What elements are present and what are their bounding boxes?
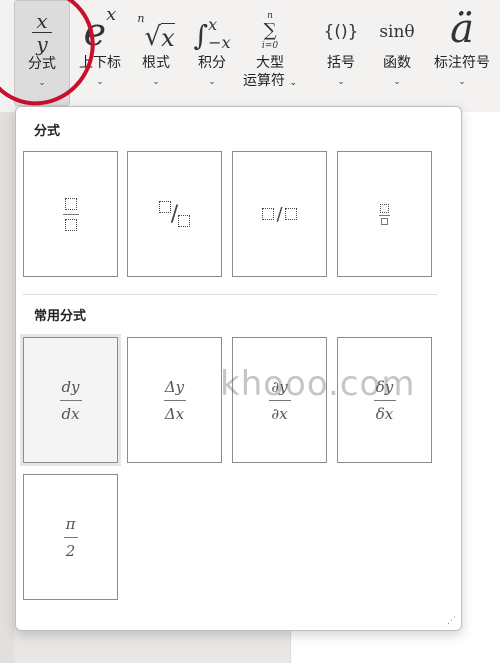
large-operator-label-2: 运算符: [243, 73, 285, 89]
integral-button[interactable]: ∫ x −x 积分 ⌄: [188, 0, 236, 106]
script-icon: e x: [83, 4, 117, 54]
common-fraction-tile[interactable]: dy dx: [23, 337, 118, 463]
numerator-placeholder: [64, 197, 77, 210]
denominator-placeholder: [284, 208, 297, 220]
fraction-label: 分式: [28, 56, 56, 72]
stacked-fraction-tile[interactable]: [23, 151, 118, 277]
document-left-margin: [0, 112, 14, 663]
skewed-fraction-tile[interactable]: /: [127, 151, 222, 277]
resize-grip-icon[interactable]: ⋰: [447, 616, 456, 626]
fraction-button[interactable]: x y 分式 ⌄: [14, 0, 70, 106]
chevron-down-icon: ⌄: [208, 77, 216, 87]
numerator-placeholder: [158, 201, 171, 213]
denominator-placeholder: [381, 217, 388, 225]
section-title-fraction: 分式: [34, 124, 61, 139]
chevron-down-icon: ⌄: [337, 77, 345, 87]
chevron-down-icon: ⌄: [393, 77, 401, 87]
accent-icon: ä: [450, 6, 474, 52]
common-fraction-tile[interactable]: ∂y ∂x: [232, 337, 327, 463]
function-button[interactable]: sinθ 函数 ⌄: [372, 0, 422, 106]
integral-icon: ∫ x −x: [193, 15, 231, 53]
small-fraction-tile[interactable]: [337, 151, 432, 277]
sigma-icon: n ∑ i=0: [261, 11, 279, 51]
fraction-gallery-panel: 分式 / / 常用分式 dy dx Δy Δx ∂y ∂x δy δx π 2 …: [15, 106, 462, 631]
function-label: 函数: [383, 55, 411, 71]
large-operator-button[interactable]: n ∑ i=0 大型 运算符 ⌄: [242, 0, 298, 106]
chevron-down-icon: ⌄: [96, 77, 104, 87]
common-fraction-tile[interactable]: δy δx: [337, 337, 432, 463]
numerator-placeholder: [262, 208, 275, 220]
script-button[interactable]: e x 上下标 ⌄: [72, 0, 128, 106]
bracket-icon: {()}: [323, 22, 359, 42]
chevron-down-icon: ⌄: [152, 77, 160, 87]
numerator-placeholder: [380, 203, 389, 213]
chevron-down-icon: ⌄: [458, 77, 466, 87]
function-icon: sinθ: [379, 22, 415, 42]
radical-icon: n √ x: [137, 12, 175, 52]
denominator-placeholder: [64, 218, 77, 231]
section-divider: [23, 294, 437, 295]
fraction-icon: x y: [32, 1, 52, 54]
accent-button[interactable]: ä 标注符号 ⌄: [428, 0, 496, 106]
bracket-label: 括号: [327, 55, 355, 71]
script-label: 上下标: [79, 55, 121, 71]
accent-label: 标注符号: [434, 55, 490, 71]
integral-label: 积分: [198, 55, 226, 71]
chevron-down-icon: ⌄: [289, 78, 297, 88]
common-fraction-tile[interactable]: π 2: [23, 474, 118, 600]
bracket-button[interactable]: {()} 括号 ⌄: [318, 0, 364, 106]
section-title-common-fractions: 常用分式: [34, 309, 87, 324]
denominator-placeholder: [178, 215, 191, 227]
radical-button[interactable]: n √ x 根式 ⌄: [132, 0, 180, 106]
radical-label: 根式: [142, 55, 170, 71]
chevron-down-icon: ⌄: [38, 78, 46, 88]
large-operator-label-1: 大型: [256, 55, 284, 71]
common-fraction-tile[interactable]: Δy Δx: [127, 337, 222, 463]
linear-fraction-tile[interactable]: /: [232, 151, 327, 277]
